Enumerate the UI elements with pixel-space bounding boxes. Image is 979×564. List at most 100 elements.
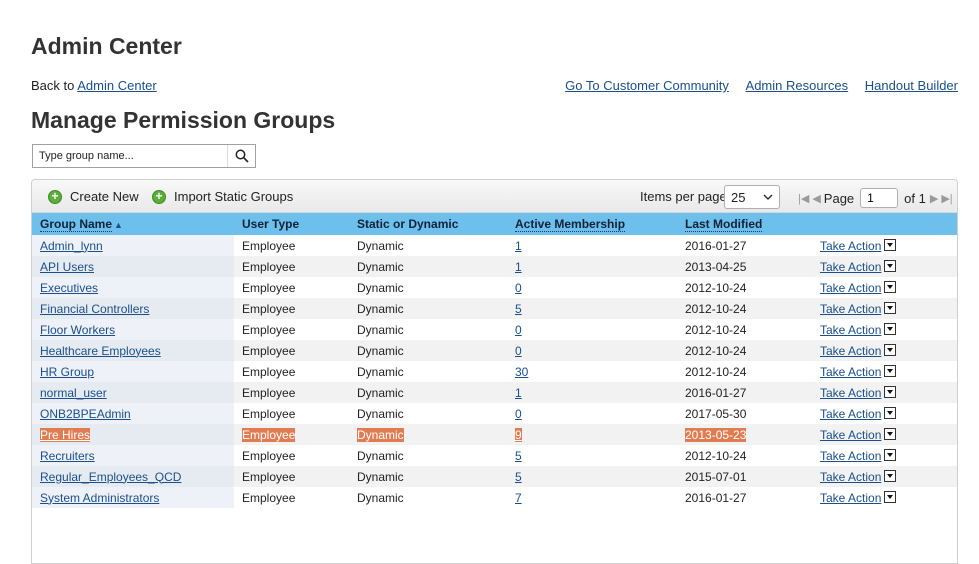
last-page-icon[interactable]: ▶| — [941, 192, 952, 205]
take-action-link[interactable]: Take Action — [820, 239, 881, 253]
table-row[interactable]: HR Group Employee Dynamic 30 2012-10-24 Take … — [32, 361, 957, 382]
dropdown-arrow-icon[interactable] — [884, 323, 897, 336]
group-name-link[interactable]: normal_user — [40, 386, 107, 400]
import-static-groups-label: Import Static Groups — [174, 189, 294, 204]
active-membership-link[interactable]: 5 — [515, 449, 522, 463]
col-last-modified[interactable]: Last Modified — [677, 213, 812, 235]
items-per-page-value: 25 — [731, 189, 746, 205]
group-name-link[interactable]: Pre Hires — [40, 427, 91, 442]
group-name-link[interactable]: Healthcare Employees — [40, 344, 161, 358]
dropdown-arrow-icon[interactable] — [884, 239, 897, 252]
static-dynamic-cell: Dynamic — [357, 238, 404, 253]
table-row[interactable]: Pre Hires Employee Dynamic 9 2013-05-23 Take … — [32, 424, 957, 445]
take-action-link[interactable]: Take Action — [820, 491, 881, 505]
active-membership-link[interactable]: 9 — [515, 427, 522, 442]
active-membership-link[interactable]: 30 — [515, 365, 528, 379]
group-name-link[interactable]: Recruiters — [40, 449, 95, 463]
dropdown-arrow-icon[interactable] — [884, 344, 897, 357]
prev-page-icon[interactable]: ◀ — [812, 192, 820, 205]
active-membership-link[interactable]: 1 — [515, 239, 522, 253]
user-type-cell: Employee — [242, 427, 296, 442]
take-action-link[interactable]: Take Action — [820, 323, 881, 337]
take-action-cell: Take Action — [812, 487, 957, 508]
group-name-link[interactable]: Regular_Employees_QCD — [40, 470, 181, 484]
last-modified-cell: 2012-10-24 — [685, 364, 747, 379]
active-membership-link[interactable]: 0 — [515, 344, 522, 358]
take-action-link[interactable]: Take Action — [820, 470, 881, 484]
active-membership-link[interactable]: 1 — [515, 260, 522, 274]
import-static-groups-button[interactable]: + Import Static Groups — [152, 189, 293, 204]
group-name-link[interactable]: HR Group — [40, 365, 94, 379]
take-action-link[interactable]: Take Action — [820, 407, 881, 421]
table-row[interactable]: Regular_Employees_QCD Employee Dynamic 5 201… — [32, 466, 957, 487]
dropdown-arrow-icon[interactable] — [884, 386, 897, 399]
group-name-link[interactable]: Admin_lynn — [40, 239, 103, 253]
take-action-link[interactable]: Take Action — [820, 428, 881, 442]
take-action-cell: Take Action — [812, 403, 957, 424]
next-page-icon[interactable]: ▶ — [930, 192, 938, 205]
col-user-type[interactable]: User Type — [234, 213, 349, 235]
table-row[interactable]: Floor Workers Employee Dynamic 0 2012-10-24 T… — [32, 319, 957, 340]
table-row[interactable]: Executives Employee Dynamic 0 2012-10-24 Take… — [32, 277, 957, 298]
group-name-link[interactable]: Executives — [40, 281, 98, 295]
sort-ascending-icon: ▲ — [114, 220, 123, 230]
create-new-button[interactable]: + Create New — [48, 189, 139, 204]
take-action-link[interactable]: Take Action — [820, 260, 881, 274]
group-name-link[interactable]: Financial Controllers — [40, 302, 149, 316]
admin-resources-link[interactable]: Admin Resources — [746, 78, 849, 93]
take-action-link[interactable]: Take Action — [820, 302, 881, 316]
back-link-row: Back to Admin Center — [31, 78, 157, 93]
group-name-link[interactable]: API Users — [40, 260, 94, 274]
active-membership-link[interactable]: 5 — [515, 302, 522, 316]
table-row[interactable]: Healthcare Employees Employee Dynamic 0 2012… — [32, 340, 957, 361]
handout-builder-link[interactable]: Handout Builder — [865, 78, 958, 93]
active-membership-link[interactable]: 0 — [515, 281, 522, 295]
groups-table: Group Name ▲ User Type Static or Dynamic … — [32, 213, 957, 508]
take-action-link[interactable]: Take Action — [820, 344, 881, 358]
take-action-link[interactable]: Take Action — [820, 386, 881, 400]
table-row[interactable]: ONB2BPEAdmin Employee Dynamic 0 2017-05-30 Ta… — [32, 403, 957, 424]
take-action-link[interactable]: Take Action — [820, 365, 881, 379]
active-membership-link[interactable]: 1 — [515, 386, 522, 400]
table-row[interactable]: System Administrators Employee Dynamic 7 201… — [32, 487, 957, 508]
group-name-link[interactable]: System Administrators — [40, 491, 159, 505]
plus-icon: + — [48, 189, 62, 204]
search-icon[interactable] — [227, 145, 255, 167]
table-row[interactable]: Admin_lynn Employee Dynamic 1 2016-01-27 Take… — [32, 235, 957, 256]
active-membership-link[interactable]: 0 — [515, 323, 522, 337]
dropdown-arrow-icon[interactable] — [884, 260, 897, 273]
static-dynamic-cell: Dynamic — [357, 343, 404, 358]
page-label: Page — [823, 190, 855, 206]
take-action-link[interactable]: Take Action — [820, 281, 881, 295]
col-active-membership[interactable]: Active Membership — [507, 213, 677, 235]
col-actions — [812, 213, 957, 235]
dropdown-arrow-icon[interactable] — [884, 407, 897, 420]
dropdown-arrow-icon[interactable] — [884, 365, 897, 378]
static-dynamic-cell: Dynamic — [357, 448, 404, 463]
customer-community-link[interactable]: Go To Customer Community — [565, 78, 729, 93]
first-page-icon[interactable]: |◀ — [798, 192, 809, 205]
active-membership-link[interactable]: 5 — [515, 470, 522, 484]
table-row[interactable]: Recruiters Employee Dynamic 5 2012-10-24 Take… — [32, 445, 957, 466]
active-membership-link[interactable]: 0 — [515, 407, 522, 421]
take-action-link[interactable]: Take Action — [820, 449, 881, 463]
table-row[interactable]: API Users Employee Dynamic 1 2013-04-25 Take … — [32, 256, 957, 277]
dropdown-arrow-icon[interactable] — [884, 302, 897, 315]
dropdown-arrow-icon[interactable] — [884, 491, 897, 504]
dropdown-arrow-icon[interactable] — [884, 470, 897, 483]
group-search-input[interactable] — [33, 146, 227, 166]
group-name-link[interactable]: Floor Workers — [40, 323, 115, 337]
back-to-admin-center-link[interactable]: Admin Center — [77, 78, 156, 93]
dropdown-arrow-icon[interactable] — [884, 428, 897, 441]
active-membership-link[interactable]: 7 — [515, 491, 522, 505]
page-number-input[interactable] — [860, 188, 899, 208]
table-row[interactable]: Financial Controllers Employee Dynamic 5 201… — [32, 298, 957, 319]
col-group-name[interactable]: Group Name ▲ — [32, 213, 234, 235]
items-per-page-select[interactable]: 25 — [724, 185, 780, 209]
table-row[interactable]: normal_user Employee Dynamic 1 2016-01-27 Tak… — [32, 382, 957, 403]
dropdown-arrow-icon[interactable] — [884, 281, 897, 294]
col-static-dynamic[interactable]: Static or Dynamic — [349, 213, 507, 235]
dropdown-arrow-icon[interactable] — [884, 449, 897, 462]
group-name-link[interactable]: ONB2BPEAdmin — [40, 407, 131, 421]
last-modified-cell: 2012-10-24 — [685, 301, 747, 316]
